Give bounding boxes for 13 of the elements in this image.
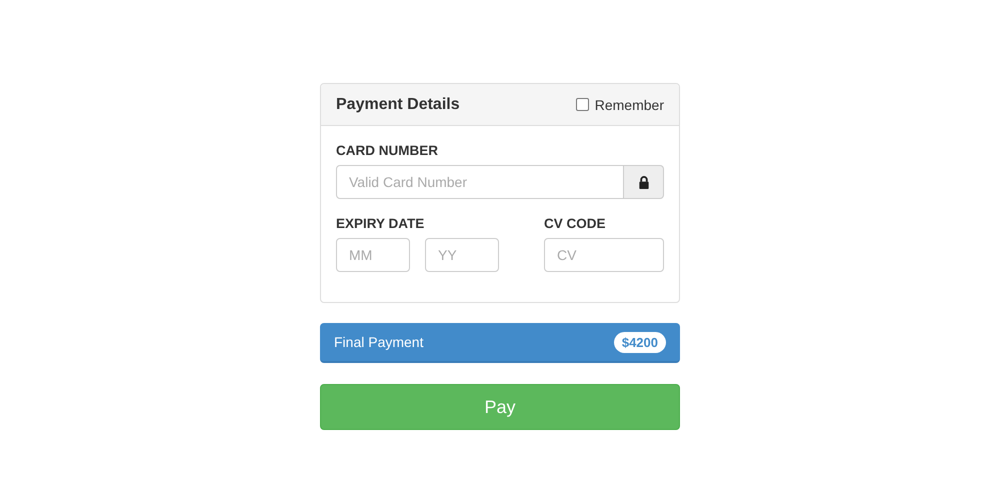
card-number-field[interactable]: Valid Card Number [336, 165, 624, 199]
checkbox-icon[interactable] [576, 98, 589, 111]
final-payment-label: Final Payment [334, 334, 424, 350]
lock-icon [638, 176, 650, 188]
field-label: CV CODE [544, 216, 607, 231]
month-field[interactable]: MM [336, 238, 410, 272]
cv-field[interactable]: CV [544, 238, 664, 272]
year-field[interactable]: YY [425, 238, 499, 272]
remember-checkbox[interactable]: Remember [576, 96, 664, 112]
amount-badge: $4200 [614, 332, 666, 352]
field-label: CARD NUMBER [336, 143, 439, 158]
field-label: EXPIRY DATE [336, 216, 426, 231]
panel-title: Payment Details [336, 96, 460, 114]
